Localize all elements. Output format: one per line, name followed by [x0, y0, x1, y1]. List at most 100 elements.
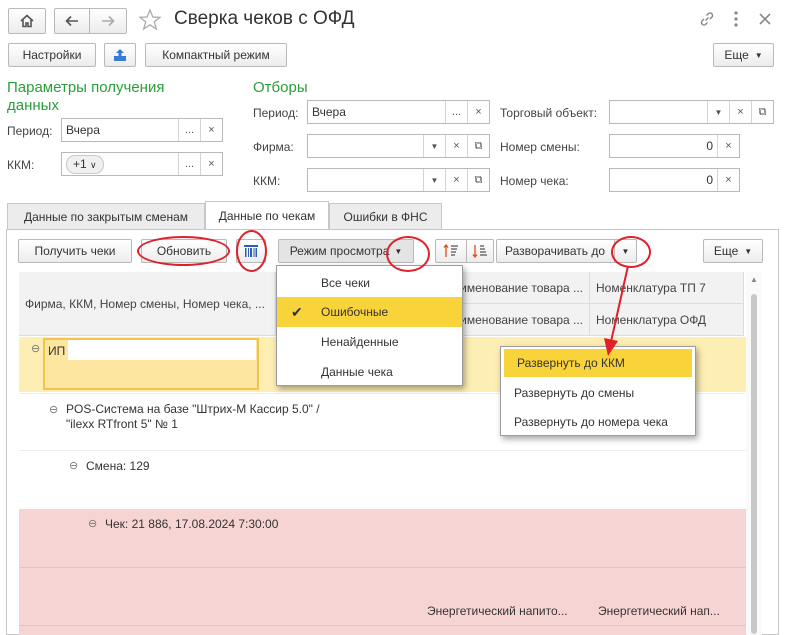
collapse-icon[interactable]: ⊖	[69, 461, 79, 472]
menu-item-erroneous-label: Ошибочные	[321, 305, 389, 319]
filter-shift-number-field[interactable]: 0 ×	[609, 134, 740, 158]
params-kkm-field[interactable]: +1 ∨ ... ×	[61, 152, 223, 176]
close-button[interactable]	[758, 12, 772, 29]
goods-name-cell: Энергетический напито...	[427, 604, 568, 618]
more-menu-button[interactable]: Еще ▼	[713, 43, 774, 67]
clear-icon[interactable]: ×	[467, 101, 489, 123]
tab-fns-errors[interactable]: Ошибки в ФНС	[329, 203, 442, 230]
dropdown-arrow-icon: ▼	[754, 50, 763, 60]
dropdown-icon[interactable]: ▼	[423, 169, 445, 191]
scrollbar-thumb[interactable]	[751, 294, 757, 634]
ellipsis-icon[interactable]: ...	[178, 153, 200, 175]
kkm-chip[interactable]: +1 ∨	[66, 154, 104, 174]
open-icon[interactable]: ⧉	[751, 101, 773, 123]
params-period-value: Вчера	[66, 123, 100, 137]
sort-descending-button[interactable]	[466, 239, 494, 263]
params-heading-line2: данных	[7, 97, 59, 114]
expand-to-label: Разворачивать до	[505, 244, 606, 258]
header-col-goods-1-label: Наименование товара ...	[444, 280, 583, 295]
kkm-name-line1: POS-Система на базе "Штрих-М Кассир 5.0"…	[66, 402, 320, 416]
redacted-block	[68, 340, 256, 360]
ellipsis-icon[interactable]: ...	[178, 119, 200, 141]
menu-item-expand-shift-label: Развернуть до смены	[514, 386, 635, 400]
header-col-goods-2-label: Наименование товара ...	[444, 312, 583, 327]
settings-button[interactable]: Настройки	[8, 43, 96, 67]
filter-check-number-label: Номер чека:	[500, 174, 569, 188]
table-scrollbar[interactable]: ▲	[746, 272, 762, 635]
upload-icon	[114, 49, 126, 61]
params-heading: Параметры получения	[7, 79, 165, 96]
filter-trade-object-label: Торговый объект:	[500, 106, 598, 120]
star-icon	[138, 8, 162, 31]
home-button[interactable]	[8, 8, 46, 34]
panel-more-button[interactable]: Еще ▼	[703, 239, 763, 263]
more-actions-button[interactable]	[733, 10, 739, 28]
row-divider	[19, 567, 746, 568]
annotation-circle-refresh	[137, 236, 230, 266]
filter-kkm-field[interactable]: ▼ × ⧉	[307, 168, 490, 192]
params-kkm-label: ККМ:	[7, 158, 35, 172]
filter-period-value: Вчера	[312, 105, 346, 119]
sort-ascending-button[interactable]	[435, 239, 467, 263]
collapse-icon[interactable]: ⊖	[49, 405, 59, 416]
clear-icon[interactable]: ×	[717, 135, 739, 157]
clear-icon[interactable]: ×	[445, 135, 467, 157]
filter-shift-number-value: 0	[706, 139, 713, 153]
back-button[interactable]	[54, 8, 90, 34]
menu-item-check-data[interactable]: Данные чека	[277, 357, 462, 387]
more-label: Еще	[724, 48, 749, 62]
menu-item-not-found[interactable]: Ненайденные	[277, 327, 462, 357]
filter-period-field[interactable]: Вчера ... ×	[307, 100, 490, 124]
clear-icon[interactable]: ×	[200, 153, 222, 175]
menu-item-erroneous[interactable]: ✔ Ошибочные	[277, 297, 462, 327]
collapse-icon[interactable]: ⊖	[31, 344, 41, 355]
home-icon	[20, 14, 34, 28]
collapse-icon[interactable]: ⊖	[88, 519, 98, 530]
forward-button[interactable]	[89, 8, 127, 34]
open-icon[interactable]: ⧉	[467, 169, 489, 191]
goods-nomenclature-cell: Энергетический нап...	[598, 604, 720, 618]
kebab-icon	[734, 11, 738, 27]
filter-kkm-label: ККМ:	[253, 174, 281, 188]
link-button[interactable]	[699, 11, 715, 30]
clear-icon[interactable]: ×	[445, 169, 467, 191]
params-period-field[interactable]: Вчера ... ×	[61, 118, 223, 142]
row-divider	[19, 625, 746, 626]
menu-item-expand-check-label: Развернуть до номера чека	[514, 415, 668, 429]
clear-icon[interactable]: ×	[200, 119, 222, 141]
check-label: Чек: 21 886, 17.08.2024 7:30:00	[105, 517, 279, 531]
header-col-firm[interactable]: Фирма, ККМ, Номер смены, Номер чека, ...	[19, 272, 276, 336]
dropdown-icon[interactable]: ▼	[423, 135, 445, 157]
filter-period-label: Период:	[253, 106, 299, 120]
checkmark-icon: ✔	[291, 303, 303, 320]
open-icon[interactable]: ⧉	[467, 135, 489, 157]
filter-firm-field[interactable]: ▼ × ⧉	[307, 134, 490, 158]
menu-item-expand-shift[interactable]: Развернуть до смены	[501, 378, 695, 408]
filter-trade-object-field[interactable]: ▼ × ⧉	[609, 100, 774, 124]
filter-shift-number-label: Номер смены:	[500, 140, 580, 154]
arrow-left-icon	[65, 15, 78, 27]
compact-mode-button[interactable]: Компактный режим	[145, 43, 287, 67]
menu-item-expand-check[interactable]: Развернуть до номера чека	[501, 407, 695, 437]
clear-icon[interactable]: ×	[729, 101, 751, 123]
tab-closed-shifts[interactable]: Данные по закрытым сменам	[7, 203, 205, 230]
filter-check-number-field[interactable]: 0 ×	[609, 168, 740, 192]
view-mode-menu: Все чеки ✔ Ошибочные Ненайденные Данные …	[276, 265, 463, 386]
clear-icon[interactable]: ×	[717, 169, 739, 191]
menu-item-check-data-label: Данные чека	[321, 365, 393, 379]
upload-button[interactable]	[104, 43, 136, 67]
annotation-arrow	[604, 265, 629, 356]
favorite-star-button[interactable]	[138, 8, 162, 35]
header-col-firm-label: Фирма, ККМ, Номер смены, Номер чека, ...	[25, 296, 265, 311]
params-period-label: Период:	[7, 124, 53, 138]
filter-firm-label: Фирма:	[253, 140, 294, 154]
menu-item-all-checks[interactable]: Все чеки	[277, 268, 462, 298]
close-icon	[759, 13, 771, 25]
ellipsis-icon[interactable]: ...	[445, 101, 467, 123]
link-icon	[700, 12, 714, 26]
tab-checks-data[interactable]: Данные по чекам	[205, 201, 329, 230]
kkm-chip-label: +1	[73, 156, 87, 171]
get-checks-button[interactable]: Получить чеки	[18, 239, 132, 263]
scroll-up-icon[interactable]: ▲	[750, 275, 758, 284]
dropdown-icon[interactable]: ▼	[707, 101, 729, 123]
